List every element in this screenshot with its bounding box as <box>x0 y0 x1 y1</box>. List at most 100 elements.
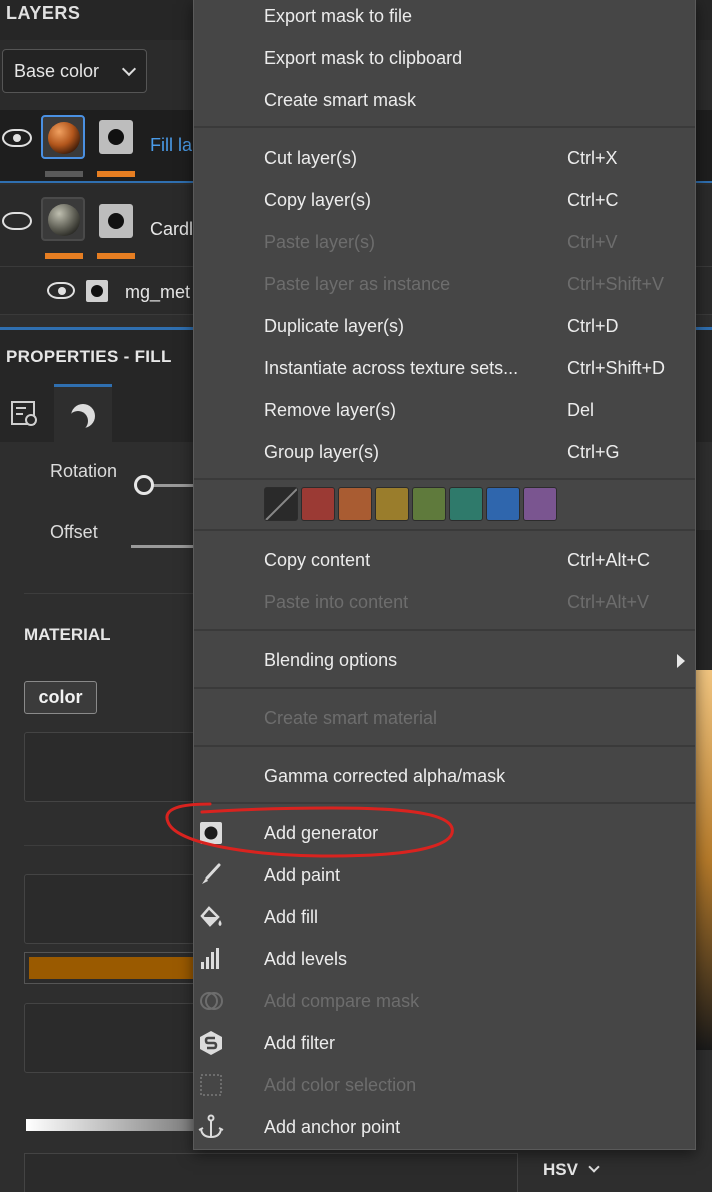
menu-item-label: Create smart mask <box>264 90 417 110</box>
menu-item-label: Add compare mask <box>264 991 420 1011</box>
mask-thumbnail[interactable] <box>99 120 133 154</box>
menu-item-gamma-corrected[interactable]: Gamma corrected alpha/mask <box>194 756 695 798</box>
properties-title: PROPERTIES - FILL <box>6 347 172 366</box>
menu-item-copy-layers[interactable]: Copy layer(s) Ctrl+C <box>194 180 695 222</box>
menu-item-cut-layers[interactable]: Cut layer(s) Ctrl+X <box>194 138 695 180</box>
menu-separator <box>194 126 695 128</box>
menu-item-add-anchor-point[interactable]: Add anchor point <box>194 1107 695 1149</box>
material-slot[interactable] <box>24 732 196 802</box>
color-mode-select[interactable]: HSV <box>543 1160 600 1180</box>
menu-item-group-layers[interactable]: Group layer(s) Ctrl+G <box>194 432 695 474</box>
menu-item-copy-content[interactable]: Copy content Ctrl+Alt+C <box>194 540 695 582</box>
layer-name[interactable]: Fill la <box>150 135 192 156</box>
filter-icon <box>200 1031 222 1055</box>
fill-bucket-icon <box>200 906 222 927</box>
visibility-eye-icon[interactable] <box>2 212 32 230</box>
menu-item-label: Duplicate layer(s) <box>264 316 405 336</box>
color-input-field[interactable] <box>24 1153 518 1192</box>
mask-thumbnail[interactable] <box>86 280 108 302</box>
menu-item-label: Group layer(s) <box>264 442 380 462</box>
compare-mask-icon <box>200 992 223 1010</box>
color-slot[interactable] <box>24 874 196 944</box>
menu-item-label: Paste layer(s) <box>264 232 376 252</box>
menu-item-duplicate-layers[interactable]: Duplicate layer(s) Ctrl+D <box>194 306 695 348</box>
menu-separator <box>194 745 695 747</box>
anchor-icon <box>198 1114 224 1139</box>
rotation-slider-track[interactable] <box>152 484 194 487</box>
layer-context-menu: Export mask to file Export mask to clipb… <box>193 0 696 1150</box>
layer-color-swatches <box>264 487 557 521</box>
color-preview-strip <box>695 670 712 1050</box>
visibility-eye-icon[interactable] <box>47 282 75 299</box>
menu-item-remove-layers[interactable]: Remove layer(s) Del <box>194 390 695 432</box>
menu-item-create-smart-mask[interactable]: Create smart mask <box>194 80 695 122</box>
menu-item-label: Blending options <box>264 650 398 670</box>
menu-separator <box>194 529 695 531</box>
menu-item-export-mask-clipboard[interactable]: Export mask to clipboard <box>194 38 695 80</box>
menu-item-label: Create smart material <box>264 708 438 728</box>
channel-select[interactable]: Base color <box>2 49 147 93</box>
color-mode-value: HSV <box>543 1160 578 1179</box>
swatch-color[interactable] <box>523 487 557 521</box>
menu-item-label: Remove layer(s) <box>264 400 397 420</box>
menu-item-blending-options[interactable]: Blending options <box>194 640 695 682</box>
rotation-slider-handle[interactable] <box>134 475 154 495</box>
menu-item-label: Paste layer as instance <box>264 274 451 294</box>
menu-separator <box>194 629 695 631</box>
menu-item-label: Add fill <box>264 907 319 927</box>
material-thumbnail[interactable] <box>41 115 85 159</box>
menu-item-label: Instantiate across texture sets... <box>264 358 519 378</box>
menu-item-shortcut: Ctrl+Alt+V <box>567 592 650 612</box>
viewport-edge <box>695 530 712 670</box>
material-thumbnail[interactable] <box>41 197 85 241</box>
menu-item-shortcut: Ctrl+D <box>567 316 619 336</box>
menu-item-paste-into-content: Paste into content Ctrl+Alt+V <box>194 582 695 624</box>
menu-item-label: Add paint <box>264 865 341 885</box>
settings-list-icon <box>11 401 37 426</box>
swatch-color[interactable] <box>338 487 372 521</box>
menu-item-create-smart-material: Create smart material <box>194 698 695 740</box>
layer-name[interactable]: mg_met <box>125 282 190 303</box>
swatch-none[interactable] <box>264 487 298 521</box>
swatch-color[interactable] <box>412 487 446 521</box>
menu-item-instantiate-across-texture-sets[interactable]: Instantiate across texture sets... Ctrl+… <box>194 348 695 390</box>
menu-item-paste-layers: Paste layer(s) Ctrl+V <box>194 222 695 264</box>
offset-slider-track[interactable] <box>131 545 194 548</box>
color-picker-slot[interactable] <box>24 1003 196 1073</box>
menu-item-label: Copy layer(s) <box>264 190 372 210</box>
layers-panel-title: LAYERS <box>6 3 81 23</box>
menu-item-label: Add filter <box>264 1033 336 1053</box>
levels-icon <box>201 948 219 969</box>
menu-item-shortcut: Ctrl+V <box>567 232 618 252</box>
menu-item-shortcut: Ctrl+Shift+V <box>567 274 665 294</box>
layer-name[interactable]: Cardl <box>150 219 193 240</box>
swatch-color[interactable] <box>375 487 409 521</box>
submenu-arrow-icon <box>677 654 685 668</box>
mask-thumbnail[interactable] <box>99 204 133 238</box>
menu-item-export-mask-file[interactable]: Export mask to file <box>194 0 695 38</box>
swatch-color[interactable] <box>449 487 483 521</box>
paint-brush-icon <box>202 863 221 884</box>
menu-item-shortcut: Ctrl+X <box>567 148 618 168</box>
tab-settings[interactable] <box>0 386 52 442</box>
menu-item-label: Export mask to file <box>264 6 413 26</box>
visibility-eye-icon[interactable] <box>2 129 32 147</box>
divider <box>24 593 194 594</box>
menu-item-add-filter[interactable]: Add filter <box>194 1023 695 1065</box>
swatch-color[interactable] <box>486 487 520 521</box>
menu-item-shortcut: Ctrl+C <box>567 190 619 210</box>
value-gradient-bar[interactable] <box>26 1119 196 1131</box>
menu-item-add-fill[interactable]: Add fill <box>194 897 695 939</box>
chevron-down-icon <box>121 61 137 76</box>
swatch-color[interactable] <box>301 487 335 521</box>
color-channel-chip[interactable]: color <box>24 681 97 714</box>
color-value-field[interactable] <box>24 952 196 984</box>
material-sphere-icon <box>68 404 95 431</box>
tab-material[interactable] <box>54 384 112 442</box>
menu-item-shortcut: Ctrl+G <box>567 442 620 462</box>
mask-channel-bar <box>97 253 135 259</box>
menu-item-add-compare-mask: Add compare mask <box>194 981 695 1023</box>
menu-item-add-levels[interactable]: Add levels <box>194 939 695 981</box>
menu-item-shortcut: Ctrl+Alt+C <box>567 550 651 570</box>
color-selection-icon <box>200 1074 222 1096</box>
